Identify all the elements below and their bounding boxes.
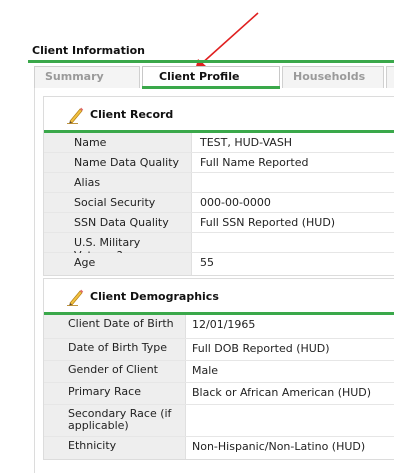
field-label: Social Security xyxy=(64,193,192,212)
field-label: Date of Birth Type xyxy=(58,339,186,360)
field-label: Primary Race xyxy=(58,383,186,404)
client-demographics-header: Client Demographics xyxy=(44,279,394,315)
table-row: Date of Birth Type Full DOB Reported (HU… xyxy=(44,339,394,361)
table-row: Age 55 xyxy=(44,253,394,275)
field-value: TEST, HUD-VASH xyxy=(200,136,293,149)
table-row: Name TEST, HUD-VASH xyxy=(44,133,394,153)
table-row: Primary Race Black or African American (… xyxy=(44,383,394,405)
field-label: Name Data Quality xyxy=(64,153,192,172)
tab-content: Client Record Name TEST, HUD-VASH Name D… xyxy=(34,88,394,473)
table-row: Name Data Quality Full Name Reported xyxy=(44,153,394,173)
table-row: Secondary Race (if applicable) xyxy=(44,405,394,437)
client-demographics-title: Client Demographics xyxy=(90,290,219,303)
field-label: Age xyxy=(64,253,192,275)
field-value: Full SSN Reported (HUD) xyxy=(200,216,336,229)
table-row: Ethnicity Non-Hispanic/Non-Latino (HUD) xyxy=(44,437,394,459)
field-label: SSN Data Quality xyxy=(64,213,192,232)
tab-bar: Summary Client Profile Households P xyxy=(34,66,394,89)
field-value xyxy=(192,233,394,252)
tab-partial[interactable]: P xyxy=(386,66,394,88)
field-value xyxy=(192,173,394,192)
section-title: Client Information xyxy=(32,44,145,57)
client-record-header: Client Record xyxy=(44,97,394,133)
field-label: U.S. Military Veteran? xyxy=(64,233,192,262)
field-label: Gender of Client xyxy=(58,361,186,382)
client-record-panel: Client Record Name TEST, HUD-VASH Name D… xyxy=(43,96,394,276)
client-demographics-panel: Client Demographics Client Date of Birth… xyxy=(43,278,394,460)
field-value: 12/01/1965 xyxy=(192,318,256,331)
field-value xyxy=(186,405,394,436)
table-row: Alias xyxy=(44,173,394,193)
field-label: Name xyxy=(64,133,192,152)
field-value: Full DOB Reported (HUD) xyxy=(192,342,330,355)
table-row: Social Security 000-00-0000 xyxy=(44,193,394,213)
field-value: 55 xyxy=(200,256,214,269)
field-label: Ethnicity xyxy=(58,437,186,459)
field-label: Secondary Race (if applicable) xyxy=(58,405,186,436)
field-label: Client Date of Birth xyxy=(58,315,186,338)
table-row: Gender of Client Male xyxy=(44,361,394,383)
field-value: 000-00-0000 xyxy=(200,196,271,209)
field-value: Black or African American (HUD) xyxy=(192,386,372,399)
table-row: Client Date of Birth 12/01/1965 xyxy=(44,315,394,339)
tab-summary[interactable]: Summary xyxy=(34,66,140,88)
tab-households[interactable]: Households xyxy=(282,66,384,88)
pencil-icon[interactable] xyxy=(66,106,84,124)
field-value: Male xyxy=(192,364,219,377)
field-value: Full Name Reported xyxy=(200,156,309,169)
client-record-title: Client Record xyxy=(90,108,174,121)
section-divider xyxy=(28,60,394,63)
pencil-icon[interactable] xyxy=(66,288,84,306)
table-row: SSN Data Quality Full SSN Reported (HUD) xyxy=(44,213,394,233)
field-value: Non-Hispanic/Non-Latino (HUD) xyxy=(192,440,366,453)
tab-client-profile[interactable]: Client Profile xyxy=(142,66,280,89)
field-label: Alias xyxy=(64,173,192,192)
table-row: U.S. Military Veteran? xyxy=(44,233,394,262)
